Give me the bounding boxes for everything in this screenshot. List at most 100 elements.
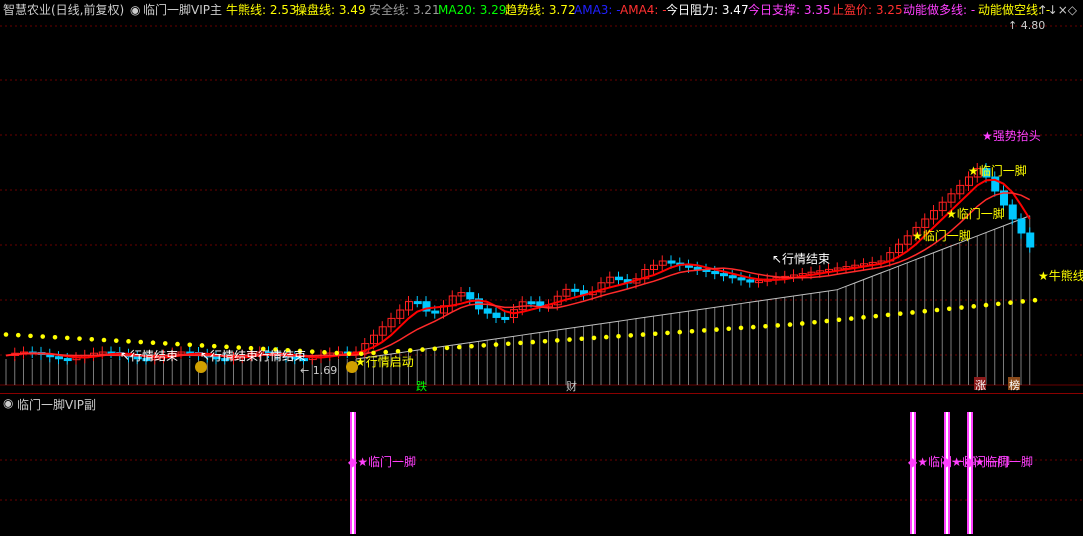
bull-bear-dot: [873, 313, 879, 319]
annotation-end: 行情结束: [258, 349, 306, 363]
bull-bear-dot: [567, 337, 572, 342]
bull-bear-dot: [910, 310, 915, 315]
bull-bear-dot: [64, 335, 70, 341]
signal-bar-core: [946, 412, 948, 534]
annotation-strong: ★强势抬头: [982, 129, 1041, 143]
annotation-end: ↖行情结束: [120, 349, 178, 363]
bull-bear-dot: [3, 332, 9, 337]
price-high-label: ↑ 4.80: [1008, 19, 1045, 32]
bull-bear-dot: [677, 329, 683, 335]
price-low-label: ← 1.69: [300, 364, 337, 377]
bull-bear-dot: [665, 330, 670, 336]
bull-bear-dot: [334, 350, 340, 356]
bull-bear-dot: [763, 323, 768, 329]
bull-bear-dot: [77, 336, 82, 341]
coin-icon: [346, 361, 358, 373]
bull-bear-dot: [738, 325, 744, 331]
candle-body: [1008, 204, 1017, 220]
bull-bear-dot: [1032, 297, 1038, 303]
bull-bear-dot: [824, 318, 830, 324]
bull-bear-dot: [40, 334, 46, 339]
bull-bear-dot: [885, 312, 891, 318]
bull-bear-dot: [897, 311, 903, 316]
bull-bear-dot: [89, 337, 95, 342]
annotation-end: ↖行情结束: [772, 252, 830, 266]
bull-bear-dot: [726, 326, 732, 332]
candle-body: [1026, 232, 1035, 248]
candle-body: [746, 279, 755, 283]
annotation-kick: ★临门一脚: [946, 206, 1005, 221]
bull-bear-dot: [407, 348, 413, 353]
bull-bear-dot: [322, 350, 327, 355]
bull-bear-dot: [113, 338, 119, 343]
candle-body: [728, 275, 737, 279]
bull-bear-dot: [995, 301, 1001, 307]
bull-bear-dot: [530, 339, 536, 345]
candle-body: [667, 260, 676, 264]
bull-bear-dot: [861, 315, 866, 320]
annotation-end: ↖行情结束: [200, 349, 258, 363]
bull-bear-dot: [101, 337, 107, 343]
candle-body: [413, 301, 422, 305]
bull-bear-dot: [775, 323, 781, 328]
bull-bear-dot: [420, 347, 425, 352]
candle-body: [615, 276, 623, 281]
bull-bear-dot: [199, 343, 205, 348]
bull-bear-dot: [799, 321, 805, 326]
candle-body: [1017, 218, 1026, 234]
marker-fall: 跌: [416, 379, 427, 393]
signal-bar-core: [969, 412, 971, 534]
signal-bar-core: [352, 412, 354, 534]
bull-bear-dot: [211, 343, 217, 349]
bull-bear-dot: [959, 305, 964, 310]
bull-bear-dot: [481, 343, 487, 348]
bull-bear-dot: [714, 327, 719, 332]
candle-body: [431, 310, 440, 314]
bull-bear-dot: [983, 302, 989, 308]
candle-body: [527, 301, 536, 305]
candle-body: [55, 356, 63, 360]
annotation-kick: ★临门一脚: [968, 163, 1027, 178]
marker-list: 榜: [1009, 378, 1020, 392]
bull-bear-dot: [52, 334, 58, 340]
bull-bear-dot: [689, 328, 695, 334]
candle-body: [492, 312, 501, 318]
bull-bear-dot: [591, 335, 597, 341]
chart-canvas[interactable]: ↑ 4.80← 1.69★牛熊线↖行情结束 ↖行情结束 行情结束↖行情结束★行情启动…: [0, 0, 1083, 536]
candle-body: [483, 308, 492, 314]
bull-bear-dot: [162, 341, 168, 346]
bull-bear-dot: [616, 333, 621, 339]
bull-bear-dot: [138, 339, 144, 345]
bull-bear-dot: [469, 343, 474, 349]
bull-bear-dot: [640, 332, 646, 337]
bull-bear-dot: [309, 349, 315, 354]
bull-bear-dot: [28, 333, 33, 339]
bull-bear-dot: [922, 308, 928, 314]
marker-fortune: 财: [566, 379, 577, 393]
candle-body: [571, 288, 580, 292]
bull-bear-dot: [750, 324, 756, 330]
candle-body: [63, 358, 72, 362]
bull-bear-dot: [848, 316, 854, 321]
bull-bear-dot: [187, 342, 193, 348]
bull-bear-dot: [456, 344, 462, 350]
bull-bear-dot: [150, 340, 156, 346]
bull-bear-dot: [493, 342, 499, 347]
bull-bear-dot: [836, 317, 842, 323]
signal-bar-core: [912, 412, 914, 534]
candle-body: [711, 271, 720, 275]
bull-bear-dot: [383, 349, 389, 355]
bull-bear-dot: [175, 341, 180, 347]
marker-rise: 涨: [975, 379, 986, 392]
bull-bear-dot: [812, 319, 817, 325]
bull-bear-dot: [628, 333, 634, 338]
bull-bear-dot: [518, 340, 523, 346]
bull-bear-dot: [432, 346, 438, 352]
candle-body: [466, 292, 475, 300]
candle-body: [737, 277, 746, 281]
bull-bear-dot: [346, 351, 352, 357]
bull-bear-line-label: ★牛熊线: [1038, 268, 1083, 283]
bull-bear-dot: [505, 341, 511, 347]
candle-body: [720, 273, 728, 277]
bull-bear-dot: [701, 328, 707, 333]
